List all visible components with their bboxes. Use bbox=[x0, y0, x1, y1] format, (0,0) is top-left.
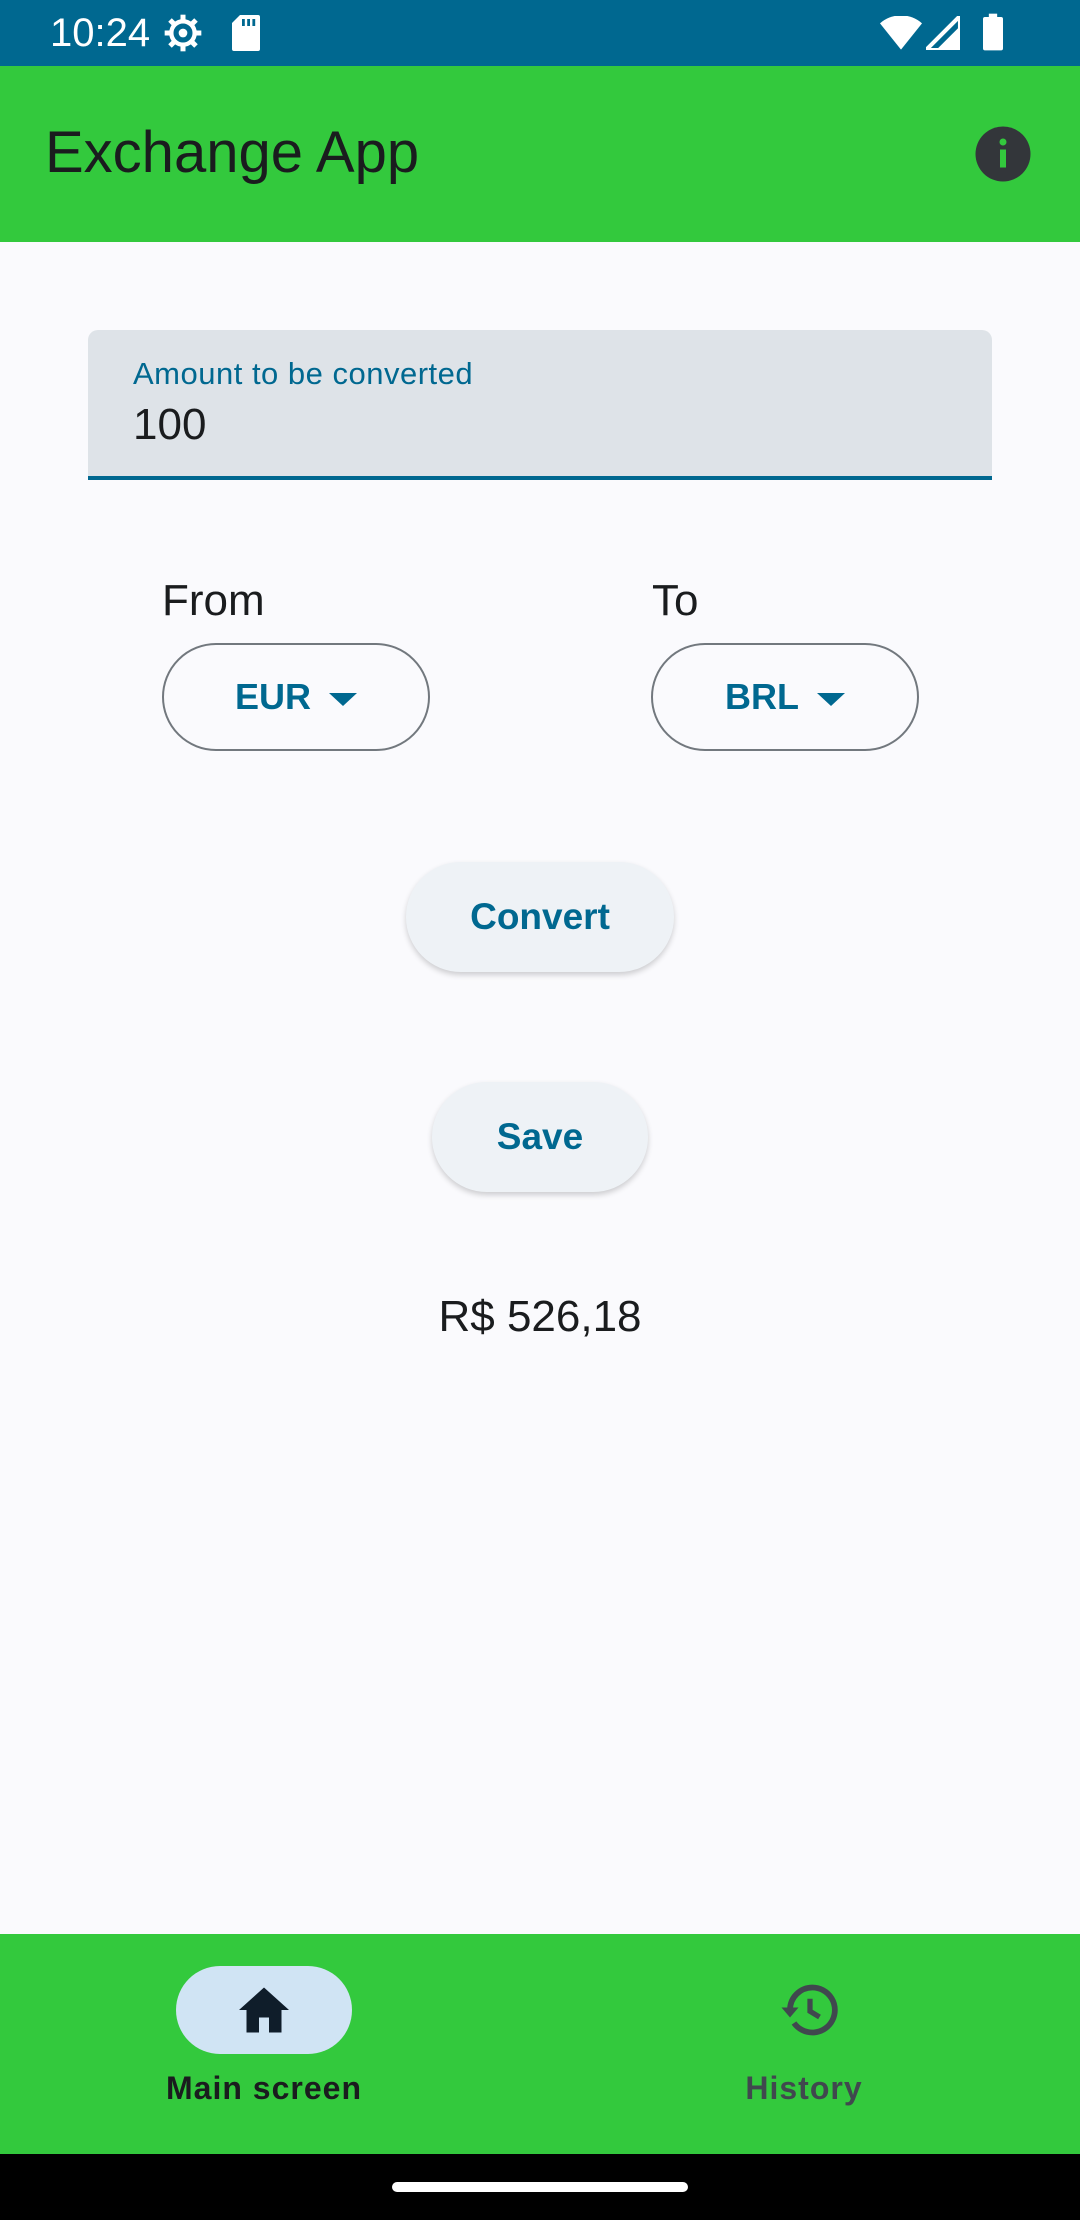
history-icon bbox=[781, 1984, 838, 2036]
from-currency-dropdown[interactable]: EUR bbox=[162, 643, 430, 751]
battery-icon bbox=[983, 13, 1003, 51]
to-label: To bbox=[652, 576, 699, 625]
from-label: From bbox=[162, 576, 265, 625]
to-currency-dropdown[interactable]: BRL bbox=[651, 643, 919, 751]
status-time: 10:24 bbox=[50, 11, 151, 55]
amount-input[interactable]: 100 bbox=[133, 400, 206, 450]
nav-item-history[interactable]: History bbox=[540, 1934, 1080, 2154]
amount-field-label: Amount to be converted bbox=[133, 356, 474, 391]
app-title: Exchange App bbox=[45, 120, 420, 185]
from-currency-value: EUR bbox=[234, 676, 311, 717]
conversion-result: R$ 526,18 bbox=[438, 1292, 642, 1341]
chevron-down-icon bbox=[329, 692, 357, 706]
nav-label-main-screen: Main screen bbox=[166, 2070, 362, 2106]
chevron-down-icon bbox=[817, 692, 845, 706]
to-currency-value: BRL bbox=[725, 676, 799, 717]
settings-icon bbox=[164, 14, 202, 52]
bottom-navigation: Main screen History bbox=[0, 1934, 1080, 2154]
convert-button[interactable]: Convert bbox=[406, 862, 674, 972]
sd-card-icon bbox=[232, 15, 260, 51]
wifi-icon bbox=[880, 16, 922, 50]
nav-label-history: History bbox=[745, 2070, 863, 2106]
info-icon bbox=[975, 126, 1031, 182]
home-icon bbox=[239, 1987, 289, 2033]
save-button[interactable]: Save bbox=[432, 1082, 648, 1192]
home-gesture-handle[interactable] bbox=[392, 2182, 688, 2192]
amount-field[interactable]: Amount to be converted 100 bbox=[88, 330, 992, 480]
status-bar: 10:24 bbox=[0, 0, 1080, 66]
top-app-bar: Exchange App bbox=[0, 66, 1080, 242]
nav-item-main-screen[interactable]: Main screen bbox=[0, 1934, 540, 2154]
info-button[interactable] bbox=[973, 124, 1033, 184]
signal-icon bbox=[926, 16, 960, 50]
system-navigation-bar bbox=[0, 2154, 1080, 2220]
